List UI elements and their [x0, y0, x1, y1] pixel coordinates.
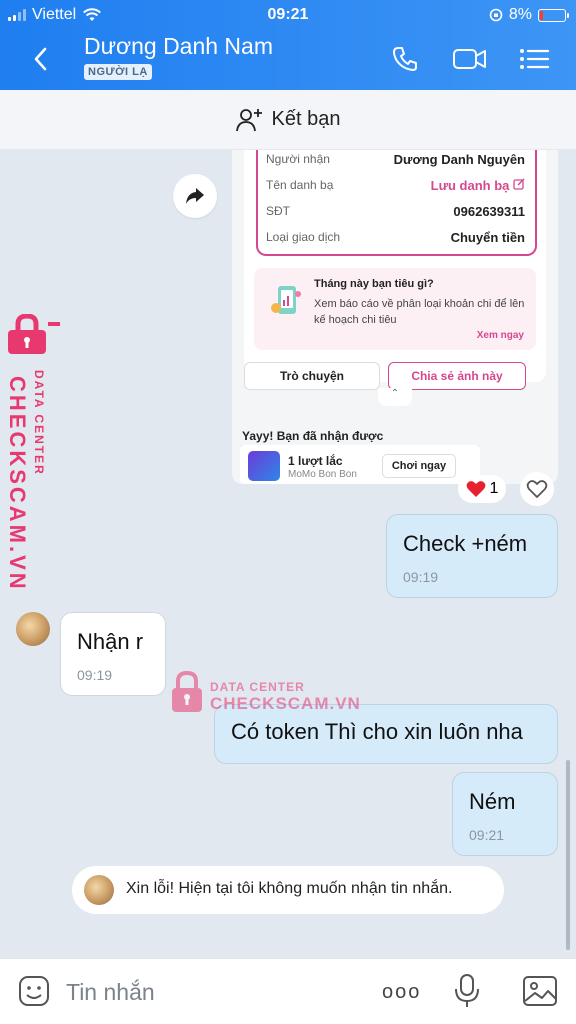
contact-name[interactable]: Dương Danh Nam: [84, 33, 273, 60]
save-contact-link[interactable]: Lưu danh bạ: [431, 178, 525, 193]
stranger-badge: NGƯỜI LẠ: [84, 64, 152, 80]
reward-item: 1 lượt lắc MoMo Bon Bon Chơi ngay: [240, 445, 480, 484]
blocked-notice: Xin lỗi! Hiện tại tôi không muốn nhận ti…: [72, 866, 504, 914]
message-text: Nhận r: [77, 629, 144, 654]
watermark-data-center: DATA CENTER: [32, 370, 46, 476]
phone-icon[interactable]: [390, 44, 422, 74]
sticker-icon[interactable]: [18, 975, 50, 1007]
play-now-button[interactable]: Chơi ngay: [382, 454, 456, 478]
promo-view-link[interactable]: Xem ngay: [477, 330, 524, 341]
message-text: Check +ném: [403, 531, 528, 556]
menu-list-icon[interactable]: [518, 44, 550, 74]
status-right: 8%: [489, 6, 569, 24]
message-text: Ném: [469, 789, 516, 814]
message-time: 09:19: [77, 667, 113, 683]
promo-box[interactable]: Tháng này bạn tiêu gì? Xem báo cáo về ph…: [254, 268, 536, 350]
detail-row: Loại giao dịch Chuyển tiền: [266, 230, 525, 245]
message-bubble-received[interactable]: Nhận r 09:19: [60, 612, 166, 696]
message-input[interactable]: Tin nhắn: [66, 979, 155, 1006]
scrollbar[interactable]: [566, 760, 570, 950]
message-input-bar: Tin nhắn ooo: [0, 958, 576, 1024]
reward-heading: Yayy! Bạn đã nhận được: [242, 429, 384, 443]
mic-icon[interactable]: [452, 973, 482, 1009]
chat-button[interactable]: Trò chuyện: [244, 362, 380, 390]
image-icon[interactable]: [522, 975, 558, 1007]
heart-icon: [466, 481, 485, 497]
message-bubble-sent[interactable]: Ném 09:21: [452, 772, 558, 856]
watermark-lock-icon: [8, 314, 60, 354]
orientation-lock-icon: [489, 8, 503, 22]
transaction-card-body: Người nhận Dương Danh Nguyên Tên danh bạ L…: [244, 150, 546, 382]
detail-row: SĐT 0962639311: [266, 204, 525, 219]
video-call-icon[interactable]: [452, 44, 488, 74]
transaction-detail: Người nhận Dương Danh Nguyên Tên danh bạ L…: [256, 150, 537, 256]
like-button[interactable]: [520, 472, 554, 506]
share-forward-icon: [186, 188, 204, 204]
back-chevron-icon[interactable]: [28, 44, 54, 74]
promo-title: Tháng này bạn tiêu gì?: [314, 278, 434, 290]
collapse-caret-icon[interactable]: ⌃: [378, 388, 412, 406]
add-friend-bar[interactable]: Kết bạn: [0, 90, 576, 150]
reward-thumbnail: [248, 451, 280, 481]
watermark-checkscam: CHECKSCAM.VN: [210, 694, 361, 713]
battery-percent: 8%: [508, 6, 532, 23]
promo-description: Xem báo cáo về phân loại khoản chi để lê…: [314, 298, 525, 326]
reward-title: 1 lượt lắc: [288, 454, 343, 468]
reaction-count: 1: [489, 480, 499, 497]
watermark-vertical: DATA CENTER CHECKSCAM.VN: [5, 314, 62, 592]
chat-area[interactable]: DATA CENTER CHECKSCAM.VN Người nhận Dương…: [0, 150, 576, 958]
message-time: 09:21: [469, 827, 505, 843]
chat-header: Viettel 09:21 8% Dương Danh Nam NGƯỜI LẠ: [0, 0, 576, 90]
watermark-horizontal: DATA CENTER CHECKSCAM.VN: [170, 670, 370, 720]
share-image-button[interactable]: Chia sẻ ảnh này: [388, 362, 526, 390]
detail-row[interactable]: Tên danh bạ Lưu danh bạ: [266, 178, 525, 193]
watermark-lock-icon: [172, 670, 202, 712]
notice-text: Xin lỗi! Hiện tại tôi không muốn nhận ti…: [126, 880, 453, 897]
transaction-card[interactable]: Người nhận Dương Danh Nguyên Tên danh bạ L…: [232, 150, 558, 484]
add-user-icon: [235, 108, 262, 131]
message-text: Có token Thì cho xin luôn nha: [231, 719, 523, 744]
more-options-icon[interactable]: ooo: [382, 981, 421, 1004]
detail-row: Người nhận Dương Danh Nguyên: [266, 152, 525, 167]
avatar[interactable]: [16, 612, 50, 646]
edit-icon: [513, 178, 525, 190]
phone-report-icon: [271, 286, 301, 314]
status-bar: Viettel 09:21 8%: [0, 4, 576, 26]
watermark-checkscam: CHECKSCAM.VN: [5, 376, 30, 592]
watermark-data-center: DATA CENTER: [210, 680, 305, 694]
message-bubble-sent[interactable]: Check +ném 09:19: [386, 514, 558, 598]
reward-subtitle: MoMo Bon Bon: [288, 469, 357, 480]
add-friend-label: Kết bạn: [271, 108, 341, 130]
avatar: [84, 875, 114, 905]
message-time: 09:19: [403, 569, 439, 585]
heart-outline-icon: [526, 480, 548, 498]
forward-button[interactable]: [173, 174, 217, 218]
battery-icon: [538, 8, 569, 22]
reaction-badge[interactable]: 1: [458, 475, 506, 503]
